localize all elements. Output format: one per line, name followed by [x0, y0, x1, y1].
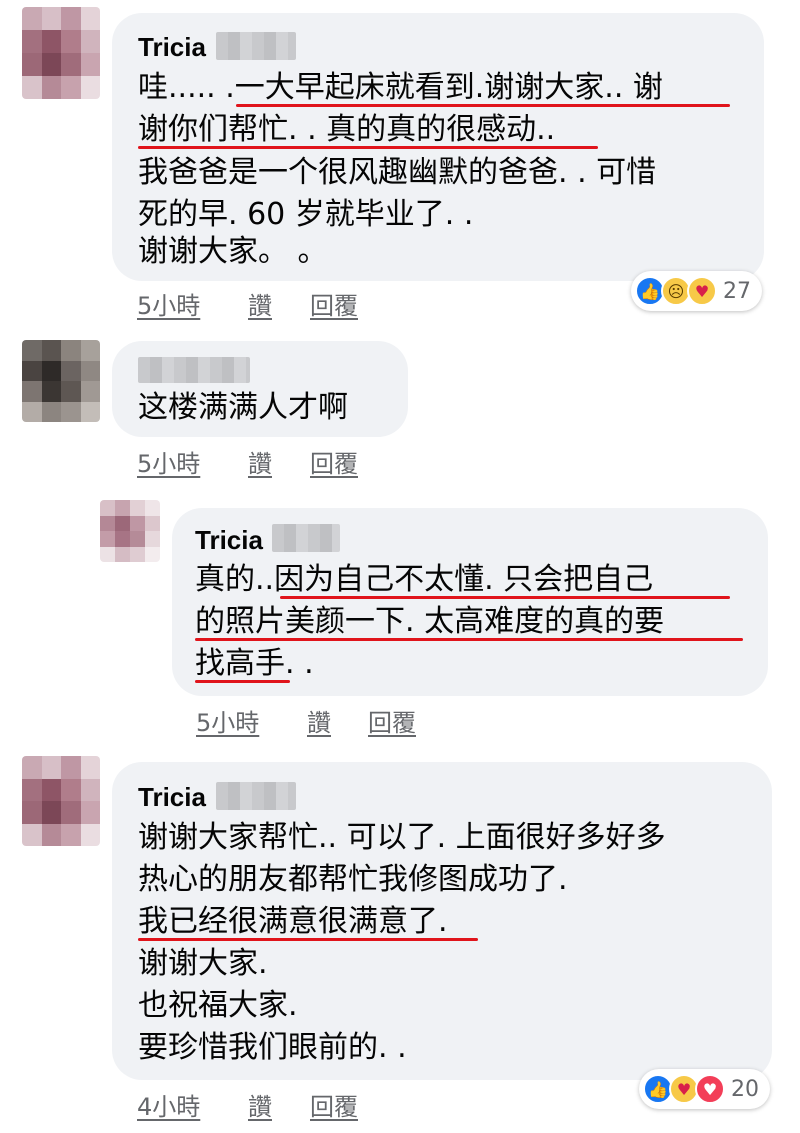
red-underline	[138, 146, 598, 149]
comment-text-line: 找高手. .	[195, 646, 314, 681]
love-icon: ♥	[695, 1074, 725, 1104]
avatar[interactable]	[100, 500, 160, 562]
author-name-blurred	[216, 32, 296, 60]
reply-button[interactable]: 回覆	[368, 703, 416, 738]
like-button[interactable]: 讚	[248, 1087, 272, 1122]
comment-author[interactable]: Tricia	[195, 525, 263, 556]
care-icon: ♥	[687, 276, 717, 306]
comment-text-line: 我爸爸是一个很风趣幽默的爸爸. . 可惜	[138, 155, 657, 190]
comment-author[interactable]: Tricia	[138, 32, 206, 63]
comment-text-line: 也祝福大家.	[138, 988, 298, 1023]
comment-text-line: 死的早. 60 岁就毕业了. .	[138, 197, 474, 232]
author-name-blurred	[272, 524, 340, 552]
comment-text-line: 谢谢大家.	[138, 946, 268, 981]
like-button[interactable]: 讚	[307, 703, 331, 738]
timestamp-link[interactable]: 4小時	[137, 1087, 200, 1122]
comment-text-line: 的照片美颜一下. 太高难度的真的要	[195, 604, 665, 639]
red-underline	[138, 938, 478, 941]
author-name-blurred	[216, 782, 296, 810]
comment-author[interactable]: Tricia	[138, 782, 206, 813]
comment-text-line: 要珍惜我们眼前的. .	[138, 1030, 407, 1065]
reactions-summary[interactable]: 👍 ♥ ♥ 20	[639, 1069, 770, 1109]
comment-text-line: 热心的朋友都帮忙我修图成功了.	[138, 862, 568, 897]
avatar[interactable]	[22, 756, 100, 846]
red-underline	[236, 104, 730, 107]
comment-text-line: 哇..... .一大早起床就看到.谢谢大家.. 谢	[138, 70, 663, 105]
red-underline	[195, 680, 290, 683]
reaction-count: 27	[723, 278, 751, 304]
avatar[interactable]	[22, 7, 100, 99]
timestamp-link[interactable]: 5小時	[137, 286, 200, 321]
reply-button[interactable]: 回覆	[310, 444, 358, 479]
comment-text-line: 真的..因为自己不太懂. 只会把自己	[195, 562, 654, 597]
timestamp-link[interactable]: 5小時	[196, 703, 259, 738]
timestamp-link[interactable]: 5小時	[137, 444, 200, 479]
comment-text-line: 谢谢大家帮忙.. 可以了. 上面很好多好多	[138, 820, 666, 855]
reaction-count: 20	[731, 1076, 759, 1102]
comment-text-line: 我已经很满意很满意了.	[138, 904, 448, 939]
comment-text-line: 这楼满满人才啊	[138, 390, 348, 425]
comment-text-line: 谢谢大家。 。	[138, 234, 328, 269]
author-name-blurred	[138, 357, 250, 383]
red-underline	[195, 638, 743, 641]
comment-text-line: 谢你们帮忙. . 真的真的很感动..	[138, 112, 556, 147]
reactions-summary[interactable]: 👍 ☹ ♥ 27	[631, 271, 762, 311]
reply-button[interactable]: 回覆	[310, 1087, 358, 1122]
like-button[interactable]: 讚	[248, 286, 272, 321]
avatar[interactable]	[22, 340, 100, 422]
reply-button[interactable]: 回覆	[310, 286, 358, 321]
red-underline	[280, 596, 730, 599]
like-button[interactable]: 讚	[248, 444, 272, 479]
